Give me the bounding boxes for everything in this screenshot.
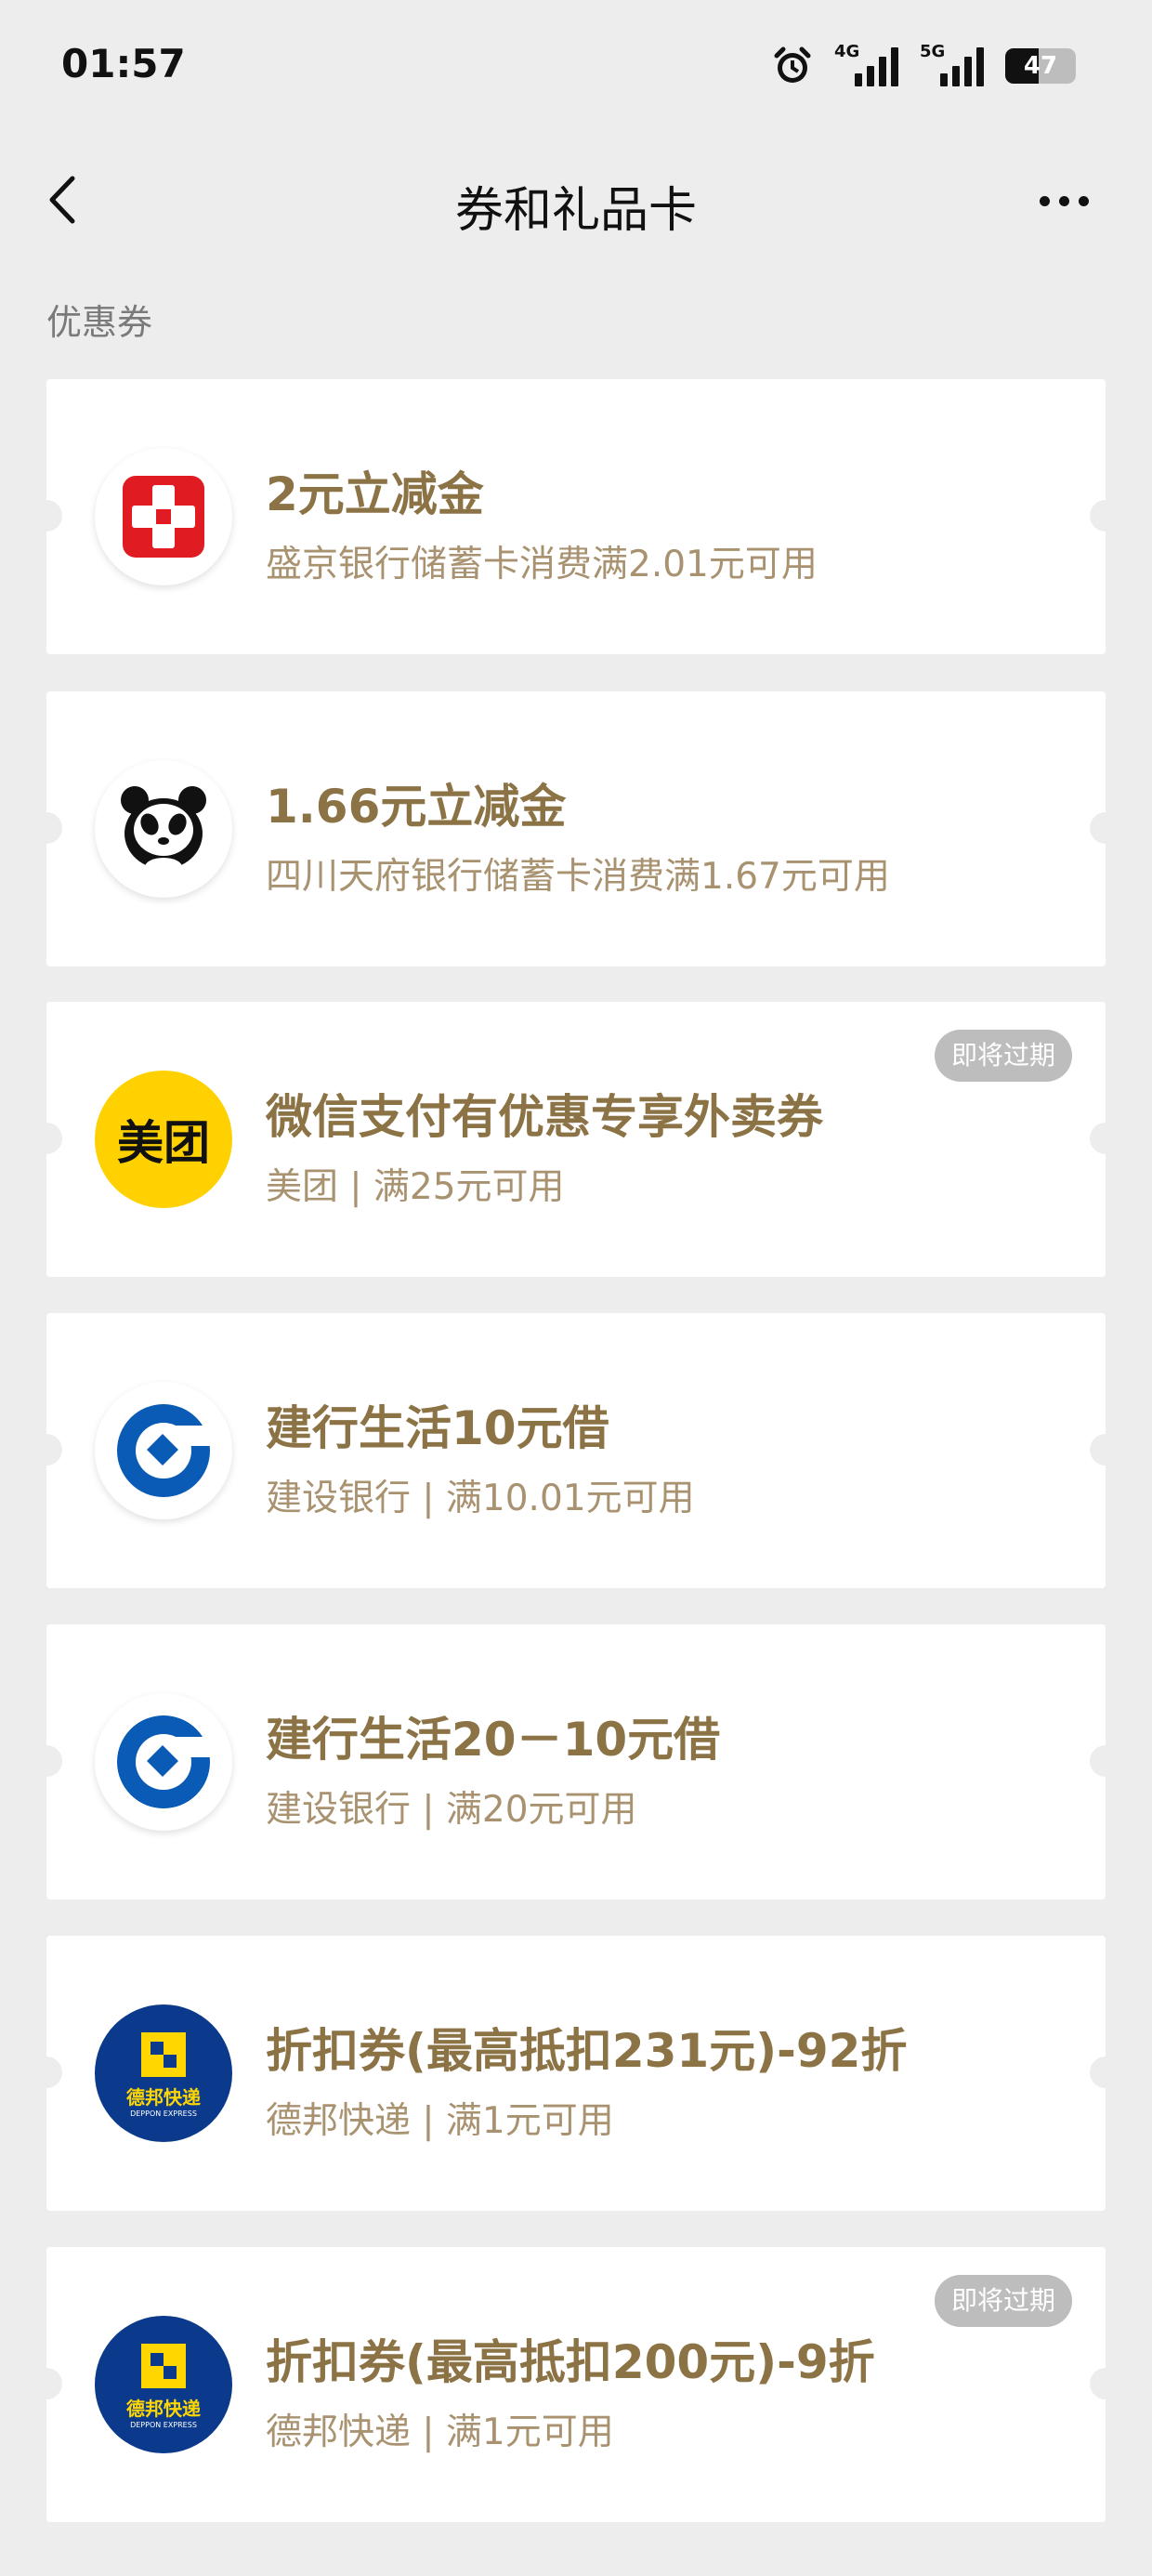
card-notch <box>1090 1434 1121 1465</box>
card-notch <box>31 2368 62 2399</box>
coupon-card[interactable]: 2元立减金 盛京银行储蓄卡消费满2.01元可用 <box>31 379 1121 654</box>
card-notch <box>1090 1123 1121 1154</box>
signal-4g-label: 4G <box>834 42 860 61</box>
coupon-title: 1.66元立减金 <box>266 780 567 834</box>
deppon-mark-icon <box>141 2032 186 2077</box>
card-notch <box>31 812 62 844</box>
card-notch <box>1090 1745 1121 1777</box>
coupon-card[interactable]: 德邦快递 DEPPON EXPRESS 折扣券(最高抵扣231元)-92折 德邦… <box>31 1936 1121 2211</box>
more-dot-icon <box>1058 195 1069 206</box>
signal-5g-label: 5G <box>920 42 946 61</box>
card-notch <box>1090 2057 1121 2088</box>
coupon-title: 建行生活10元借 <box>266 1401 609 1455</box>
deppon-logo-sub: DEPPON EXPRESS <box>130 2109 197 2118</box>
card-notch <box>31 1123 62 1154</box>
signal-4g-icon: 4G <box>834 42 899 86</box>
panda-logo-icon <box>95 760 232 898</box>
coupon-title: 折扣券(最高抵扣231元)-92折 <box>266 2024 908 2078</box>
more-dot-icon <box>1078 195 1089 206</box>
deppon-logo-icon: 德邦快递 DEPPON EXPRESS <box>95 2004 232 2142</box>
card-notch <box>1090 2368 1121 2399</box>
battery-icon: 47 <box>1005 48 1076 84</box>
nav-bar: 券和礼品卡 <box>0 149 1152 251</box>
page-title: 券和礼品卡 <box>454 183 697 239</box>
ccb-logo-icon <box>95 1693 232 1831</box>
coupon-card[interactable]: 建行生活10元借 建设银行 | 满10.01元可用 <box>31 1313 1121 1588</box>
alarm-icon <box>774 46 811 83</box>
card-notch <box>31 1434 62 1465</box>
shengjing-bank-logo-icon <box>95 448 232 585</box>
meituan-logo-icon: 美团 <box>95 1071 232 1208</box>
more-button[interactable] <box>1031 182 1096 219</box>
coupon-desc: 建设银行 | 满10.01元可用 <box>266 1478 695 1519</box>
card-notch <box>31 2057 62 2088</box>
deppon-logo-sub: DEPPON EXPRESS <box>130 2421 197 2429</box>
signal-5g-icon: 5G <box>920 42 985 86</box>
card-notch <box>31 500 62 532</box>
coupon-desc: 四川天府银行储蓄卡消费满1.67元可用 <box>266 856 890 898</box>
coupon-desc: 德邦快递 | 满1元可用 <box>266 2412 614 2453</box>
expiring-badge: 即将过期 <box>934 1030 1072 1082</box>
status-icons: 4G 5G 47 <box>771 42 1076 89</box>
status-time: 01:57 <box>61 41 186 86</box>
coupon-desc: 美团 | 满25元可用 <box>266 1166 565 1208</box>
deppon-mark-icon <box>141 2344 186 2388</box>
coupon-desc: 盛京银行储蓄卡消费满2.01元可用 <box>266 544 818 585</box>
deppon-logo-icon: 德邦快递 DEPPON EXPRESS <box>95 2316 232 2453</box>
card-notch <box>1090 812 1121 844</box>
card-notch <box>1090 500 1121 532</box>
expiring-badge: 即将过期 <box>934 2275 1072 2327</box>
card-notch <box>31 1745 62 1777</box>
meituan-logo-text: 美团 <box>117 1116 210 1170</box>
coupon-title: 微信支付有优惠专享外卖券 <box>266 1090 823 1144</box>
coupon-card[interactable]: 美团 微信支付有优惠专享外卖券 美团 | 满25元可用 即将过期 <box>31 1002 1121 1277</box>
coupon-desc: 德邦快递 | 满1元可用 <box>266 2100 614 2142</box>
battery-level: 47 <box>1023 52 1058 80</box>
deppon-logo-text: 德邦快递 <box>126 2086 201 2109</box>
coupon-desc: 建设银行 | 满20元可用 <box>266 1789 637 1831</box>
status-bar: 01:57 4G 5G 47 <box>0 0 1152 139</box>
deppon-logo-text: 德邦快递 <box>126 2398 201 2420</box>
ccb-logo-icon <box>95 1382 232 1519</box>
coupon-card[interactable]: 德邦快递 DEPPON EXPRESS 折扣券(最高抵扣200元)-9折 德邦快… <box>31 2247 1121 2522</box>
coupon-title: 建行生活20－10元借 <box>266 1713 721 1767</box>
section-label: 优惠券 <box>46 302 153 343</box>
more-dot-icon <box>1039 195 1050 206</box>
coupon-card[interactable]: 1.66元立减金 四川天府银行储蓄卡消费满1.67元可用 <box>31 691 1121 966</box>
coupon-title: 折扣券(最高抵扣200元)-9折 <box>266 2335 875 2389</box>
coupon-card[interactable]: 建行生活20－10元借 建设银行 | 满20元可用 <box>31 1624 1121 1899</box>
coupon-title: 2元立减金 <box>266 467 484 521</box>
